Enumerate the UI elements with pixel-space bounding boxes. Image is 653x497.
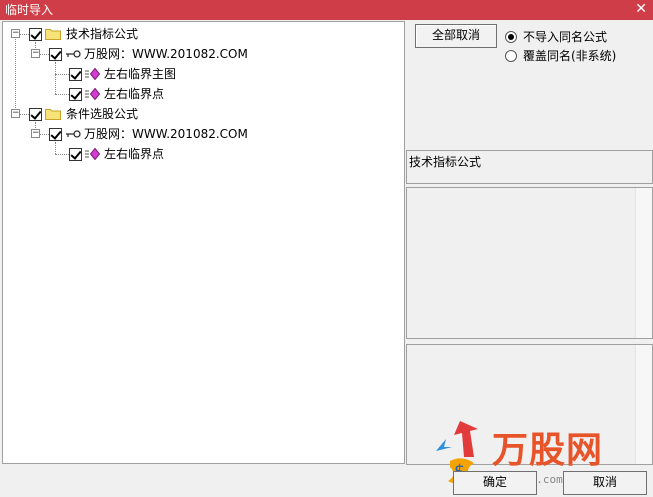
- tree-node-wangu-site[interactable]: 万股网：WWW.201082.COM: [49, 125, 248, 143]
- collapse-icon[interactable]: −: [11, 109, 20, 118]
- collapse-icon[interactable]: −: [11, 29, 20, 38]
- formula-gem-icon: [85, 88, 101, 100]
- radio-overwrite-duplicates[interactable]: 覆盖同名(非系统): [505, 48, 616, 64]
- ok-button[interactable]: 确定: [453, 471, 537, 495]
- checkbox-checked[interactable]: [29, 27, 42, 41]
- checkbox-checked[interactable]: [69, 147, 82, 161]
- tree-node-left-right-point[interactable]: 左右临界点: [69, 145, 164, 163]
- window-title: 临时导入: [5, 3, 54, 17]
- key-icon: [66, 50, 81, 58]
- checkbox-checked[interactable]: [29, 107, 42, 121]
- tree-node-label: 左右临界点: [104, 87, 165, 101]
- tree-node-label: 万股网：WWW.201082.COM: [84, 127, 248, 141]
- tree-connector: [55, 62, 56, 94]
- checkbox-checked[interactable]: [49, 47, 62, 61]
- tree-connector: [55, 94, 69, 95]
- collapse-icon[interactable]: −: [31, 49, 40, 58]
- radio-selected-icon[interactable]: [505, 31, 517, 43]
- tree-node-label: 左右临界主图: [104, 67, 177, 81]
- checkbox-checked[interactable]: [69, 67, 82, 81]
- collapse-icon[interactable]: −: [31, 129, 40, 138]
- close-icon[interactable]: ✕: [635, 1, 647, 17]
- tree-node-left-right-main[interactable]: 左右临界主图: [69, 65, 176, 83]
- tree-connector: [55, 74, 69, 75]
- radio-skip-duplicates[interactable]: 不导入同名公式: [505, 29, 607, 45]
- formula-gem-icon: [85, 148, 101, 160]
- tree-node-label: 条件选股公式: [66, 107, 139, 121]
- radio-unselected-icon[interactable]: [505, 50, 517, 62]
- tree-node-left-right-point[interactable]: 左右临界点: [69, 85, 164, 103]
- tree-node-wangu-site[interactable]: 万股网：WWW.201082.COM: [49, 45, 248, 63]
- scrollbar[interactable]: [635, 188, 652, 338]
- checkbox-checked[interactable]: [49, 127, 62, 141]
- tree-node-tech-indicators[interactable]: 技术指标公式: [29, 25, 138, 43]
- key-icon: [66, 130, 81, 138]
- tree-node-stock-screening[interactable]: 条件选股公式: [29, 105, 138, 123]
- title-bar: 临时导入 ✕: [0, 0, 653, 20]
- radio-label: 不导入同名公式: [523, 30, 608, 44]
- tree-node-label: 万股网：WWW.201082.COM: [84, 47, 248, 61]
- clear-all-button[interactable]: 全部取消: [415, 24, 497, 48]
- tree-node-label: 左右临界点: [104, 147, 165, 161]
- folder-icon: [45, 29, 61, 40]
- tree-node-label: 技术指标公式: [66, 27, 139, 41]
- scrollbar[interactable]: [635, 345, 652, 464]
- category-label: 技术指标公式: [409, 155, 482, 169]
- tree-connector: [55, 142, 56, 154]
- tree-connector: [55, 154, 69, 155]
- category-label-panel: 技术指标公式: [406, 150, 653, 184]
- checkbox-checked[interactable]: [69, 87, 82, 101]
- formula-description-box[interactable]: [406, 187, 653, 339]
- radio-label: 覆盖同名(非系统): [523, 49, 617, 63]
- formula-detail-box[interactable]: [406, 344, 653, 465]
- formula-gem-icon: [85, 68, 101, 80]
- folder-icon: [45, 109, 61, 120]
- formula-tree[interactable]: − 技术指标公式 − 万股网：WWW.201082.COM 左右临界主图 左右临…: [2, 21, 405, 464]
- tree-connector: [15, 34, 16, 114]
- cancel-button[interactable]: 取消: [563, 471, 647, 495]
